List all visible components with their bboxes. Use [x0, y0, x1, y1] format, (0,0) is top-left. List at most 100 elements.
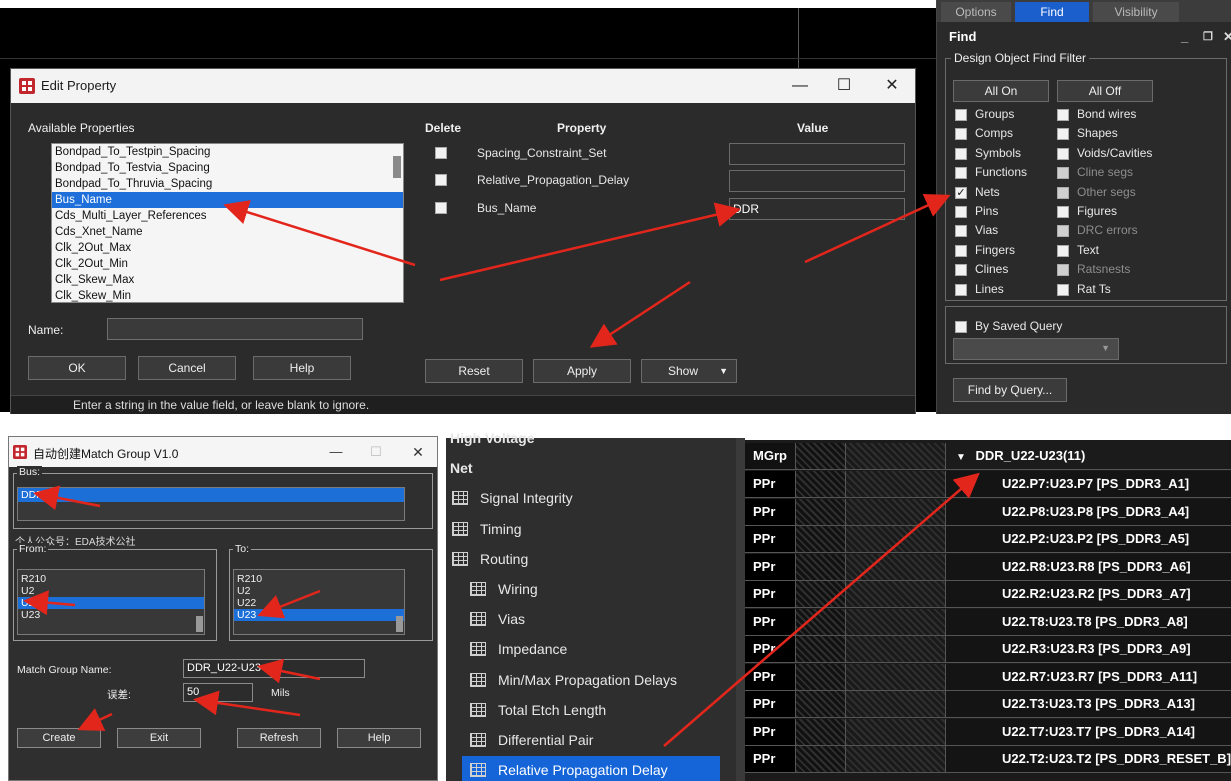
- create-button[interactable]: Create: [17, 728, 101, 748]
- all-on-button[interactable]: All On: [953, 80, 1049, 102]
- tree-item[interactable]: Wiring: [446, 575, 736, 603]
- name-cell[interactable]: U22.T2:U23.T2 [PS_DDR3_RESET_B]: [945, 746, 1231, 772]
- tree-item[interactable]: High Voltage: [446, 424, 736, 452]
- checkbox[interactable]: [955, 147, 967, 160]
- name-cell[interactable]: U22.P7:U23.P7 [PS_DDR3_A1]: [945, 471, 1231, 497]
- delete-checkbox[interactable]: [435, 147, 447, 159]
- checkbox[interactable]: [955, 206, 967, 218]
- table-row[interactable]: PPr U22.P2:U23.P2 [PS_DDR3_A5]: [745, 526, 1231, 553]
- property-value-input[interactable]: [729, 143, 905, 165]
- table-row[interactable]: MGrp ▼ DDR_U22-U23(11): [745, 443, 1231, 470]
- tab-visibility[interactable]: Visibility: [1093, 2, 1179, 22]
- checkbox[interactable]: [955, 264, 967, 277]
- table-row[interactable]: PPr U22.P8:U23.P8 [PS_DDR3_A4]: [745, 498, 1231, 526]
- table-row[interactable]: PPr U22.T3:U23.T3 [PS_DDR3_A13]: [745, 691, 1231, 718]
- splitter[interactable]: [736, 438, 745, 781]
- bus-list[interactable]: DDR: [17, 487, 405, 521]
- float-icon[interactable]: ❐: [1203, 26, 1213, 48]
- maximize-icon[interactable]: ☐: [833, 75, 855, 97]
- tab-find[interactable]: Find: [1015, 2, 1089, 22]
- list-item[interactable]: U2: [18, 585, 204, 597]
- name-cell[interactable]: U22.R7:U23.R7 [PS_DDR3_A11]: [945, 663, 1231, 690]
- cancel-button[interactable]: Cancel: [138, 356, 236, 380]
- checkbox[interactable]: [1057, 109, 1069, 121]
- checkbox[interactable]: [955, 109, 967, 121]
- table-row[interactable]: PPr U22.T7:U23.T7 [PS_DDR3_A14]: [745, 718, 1231, 746]
- property-value-input[interactable]: [729, 170, 905, 192]
- list-item[interactable]: Clk_Skew_Max: [52, 272, 403, 288]
- minimize-icon[interactable]: —: [789, 75, 811, 97]
- checkbox[interactable]: [1057, 128, 1069, 141]
- checkbox[interactable]: [955, 283, 967, 296]
- list-item[interactable]: Cds_Multi_Layer_References: [52, 208, 403, 224]
- list-item[interactable]: Clk_Skew_Min: [52, 288, 403, 302]
- from-list[interactable]: R210 U2 U22 U23: [17, 569, 205, 635]
- tree-item[interactable]: Signal Integrity: [446, 484, 736, 512]
- triangle-down-icon[interactable]: ▼: [956, 452, 966, 463]
- checkbox[interactable]: [955, 167, 967, 180]
- tree-item[interactable]: Routing: [446, 545, 736, 573]
- delete-checkbox[interactable]: [435, 202, 447, 214]
- tree-item[interactable]: Timing: [446, 515, 736, 543]
- name-cell[interactable]: U22.T3:U23.T3 [PS_DDR3_A13]: [945, 691, 1231, 717]
- checkbox[interactable]: [1057, 147, 1069, 160]
- checkbox[interactable]: [955, 128, 967, 141]
- table-row[interactable]: PPr U22.R7:U23.R7 [PS_DDR3_A11]: [745, 663, 1231, 691]
- list-item[interactable]: R210: [234, 573, 404, 585]
- refresh-button[interactable]: Refresh: [237, 728, 321, 748]
- tree-item[interactable]: Net: [446, 454, 736, 482]
- list-item[interactable]: U23: [18, 609, 204, 621]
- to-list[interactable]: R210 U2 U22 U23: [233, 569, 405, 635]
- table-row[interactable]: PPr U22.R2:U23.R2 [PS_DDR3_A7]: [745, 581, 1231, 608]
- list-item[interactable]: R210: [18, 573, 204, 585]
- name-cell[interactable]: U22.P8:U23.P8 [PS_DDR3_A4]: [945, 498, 1231, 525]
- minimize-icon[interactable]: _: [1181, 26, 1188, 48]
- find-by-query-button[interactable]: Find by Query...: [953, 378, 1067, 402]
- name-cell[interactable]: U22.R8:U23.R8 [PS_DDR3_A6]: [945, 553, 1231, 580]
- list-scrollbar[interactable]: [393, 156, 401, 178]
- exit-button[interactable]: Exit: [117, 728, 201, 748]
- checkbox[interactable]: [1057, 244, 1069, 257]
- table-row[interactable]: PPr U22.R8:U23.R8 [PS_DDR3_A6]: [745, 553, 1231, 581]
- close-icon[interactable]: ✕: [407, 441, 429, 463]
- list-item[interactable]: Bondpad_To_Thruvia_Spacing: [52, 176, 403, 192]
- checkbox[interactable]: ✓: [955, 186, 967, 199]
- list-item[interactable]: U23: [234, 609, 404, 621]
- table-row[interactable]: PPr U22.T8:U23.T8 [PS_DDR3_A8]: [745, 608, 1231, 636]
- tab-options[interactable]: Options: [941, 2, 1011, 22]
- name-cell[interactable]: ▼ DDR_U22-U23(11): [945, 443, 1231, 469]
- available-properties-list[interactable]: Bondpad_To_Testpin_Spacing Bondpad_To_Tes…: [51, 143, 404, 303]
- all-off-button[interactable]: All Off: [1057, 80, 1153, 102]
- checkbox[interactable]: [955, 321, 967, 333]
- list-item[interactable]: Bondpad_To_Testpin_Spacing: [52, 144, 403, 160]
- ok-button[interactable]: OK: [28, 356, 126, 380]
- saved-query-select[interactable]: ▼: [953, 338, 1119, 360]
- tree-item[interactable]: Min/Max Propagation Delays: [446, 666, 736, 694]
- tree-item[interactable]: Impedance: [446, 635, 736, 663]
- table-row[interactable]: PPr U22.P7:U23.P7 [PS_DDR3_A1]: [745, 471, 1231, 498]
- close-icon[interactable]: ✕: [881, 75, 903, 97]
- checkbox[interactable]: [955, 225, 967, 238]
- table-row[interactable]: PPr U22.T2:U23.T2 [PS_DDR3_RESET_B]: [745, 746, 1231, 773]
- match-group-name-input[interactable]: DDR_U22-U23: [183, 659, 365, 678]
- list-scrollbar[interactable]: [196, 616, 203, 632]
- list-item[interactable]: Clk_2Out_Max: [52, 240, 403, 256]
- checkbox[interactable]: [1057, 206, 1069, 218]
- tolerance-input[interactable]: 50: [183, 683, 253, 702]
- help-button[interactable]: Help: [337, 728, 421, 748]
- checkbox[interactable]: [955, 244, 967, 257]
- list-item[interactable]: U22: [18, 597, 204, 609]
- checkbox[interactable]: [1057, 283, 1069, 296]
- close-icon[interactable]: ✕: [1223, 26, 1231, 48]
- help-button[interactable]: Help: [253, 356, 351, 380]
- list-item[interactable]: U22: [234, 597, 404, 609]
- list-item[interactable]: U2: [234, 585, 404, 597]
- minimize-icon[interactable]: —: [325, 441, 347, 463]
- name-cell[interactable]: U22.P2:U23.P2 [PS_DDR3_A5]: [945, 526, 1231, 552]
- list-item[interactable]: Cds_Xnet_Name: [52, 224, 403, 240]
- name-cell[interactable]: U22.T7:U23.T7 [PS_DDR3_A14]: [945, 718, 1231, 745]
- name-cell[interactable]: U22.R2:U23.R2 [PS_DDR3_A7]: [945, 581, 1231, 607]
- table-row[interactable]: PPr U22.R3:U23.R3 [PS_DDR3_A9]: [745, 636, 1231, 663]
- apply-button[interactable]: Apply: [533, 359, 631, 383]
- list-scrollbar[interactable]: [396, 616, 403, 632]
